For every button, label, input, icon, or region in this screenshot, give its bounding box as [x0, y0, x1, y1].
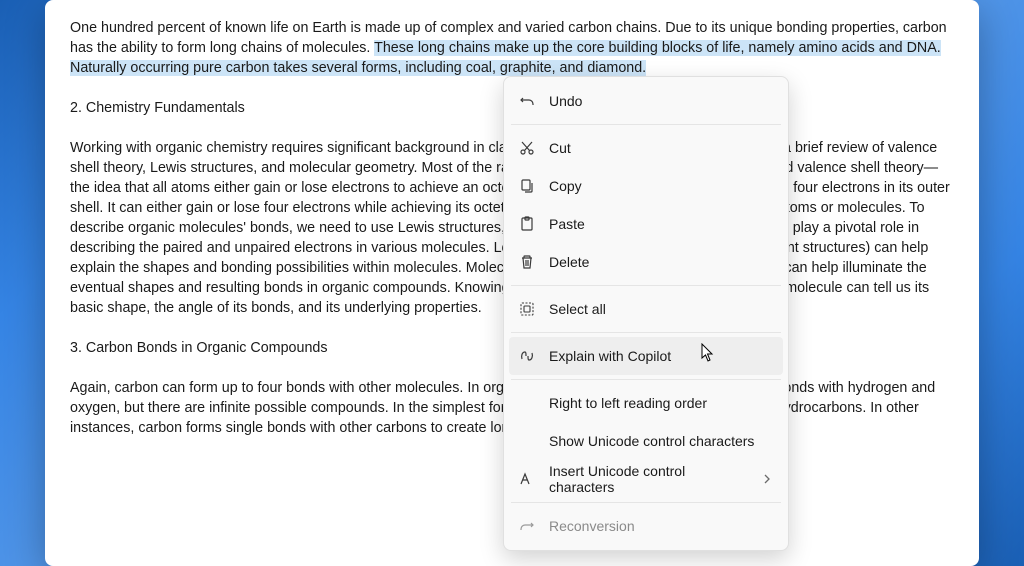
menu-paste-label: Paste [549, 216, 773, 232]
menu-separator [511, 379, 781, 380]
menu-separator [511, 124, 781, 125]
copilot-icon [519, 348, 535, 364]
reconversion-icon [519, 518, 535, 534]
mouse-cursor [701, 343, 715, 363]
menu-delete-label: Delete [549, 254, 773, 270]
menu-separator [511, 285, 781, 286]
menu-reconversion-label: Reconversion [549, 518, 773, 534]
paragraph-1[interactable]: One hundred percent of known life on Ear… [70, 18, 954, 78]
menu-delete[interactable]: Delete [509, 243, 783, 281]
context-menu: Undo Cut Copy Paste [503, 76, 789, 551]
unicode-icon [519, 471, 535, 487]
menu-select-all[interactable]: Select all [509, 290, 783, 328]
undo-icon [519, 93, 535, 109]
menu-paste[interactable]: Paste [509, 205, 783, 243]
menu-rtl[interactable]: Right to left reading order [509, 384, 783, 422]
cut-icon [519, 140, 535, 156]
menu-show-unicode-label: Show Unicode control characters [549, 433, 773, 449]
menu-copy-label: Copy [549, 178, 773, 194]
menu-separator [511, 502, 781, 503]
menu-explain-label: Explain with Copilot [549, 348, 773, 364]
menu-reconversion: Reconversion [509, 507, 783, 545]
menu-show-unicode[interactable]: Show Unicode control characters [509, 422, 783, 460]
menu-insert-unicode[interactable]: Insert Unicode control characters [509, 460, 783, 498]
menu-undo-label: Undo [549, 93, 773, 109]
menu-separator [511, 332, 781, 333]
menu-rtl-label: Right to left reading order [549, 395, 773, 411]
chevron-right-icon [763, 474, 773, 484]
menu-select-all-label: Select all [549, 301, 773, 317]
menu-explain-copilot[interactable]: Explain with Copilot [509, 337, 783, 375]
paste-icon [519, 216, 535, 232]
menu-cut-label: Cut [549, 140, 773, 156]
menu-cut[interactable]: Cut [509, 129, 783, 167]
blank-icon [519, 433, 535, 449]
menu-undo[interactable]: Undo [509, 82, 783, 120]
copy-icon [519, 178, 535, 194]
delete-icon [519, 254, 535, 270]
select-all-icon [519, 301, 535, 317]
menu-copy[interactable]: Copy [509, 167, 783, 205]
blank-icon [519, 395, 535, 411]
menu-insert-unicode-label: Insert Unicode control characters [549, 463, 749, 495]
